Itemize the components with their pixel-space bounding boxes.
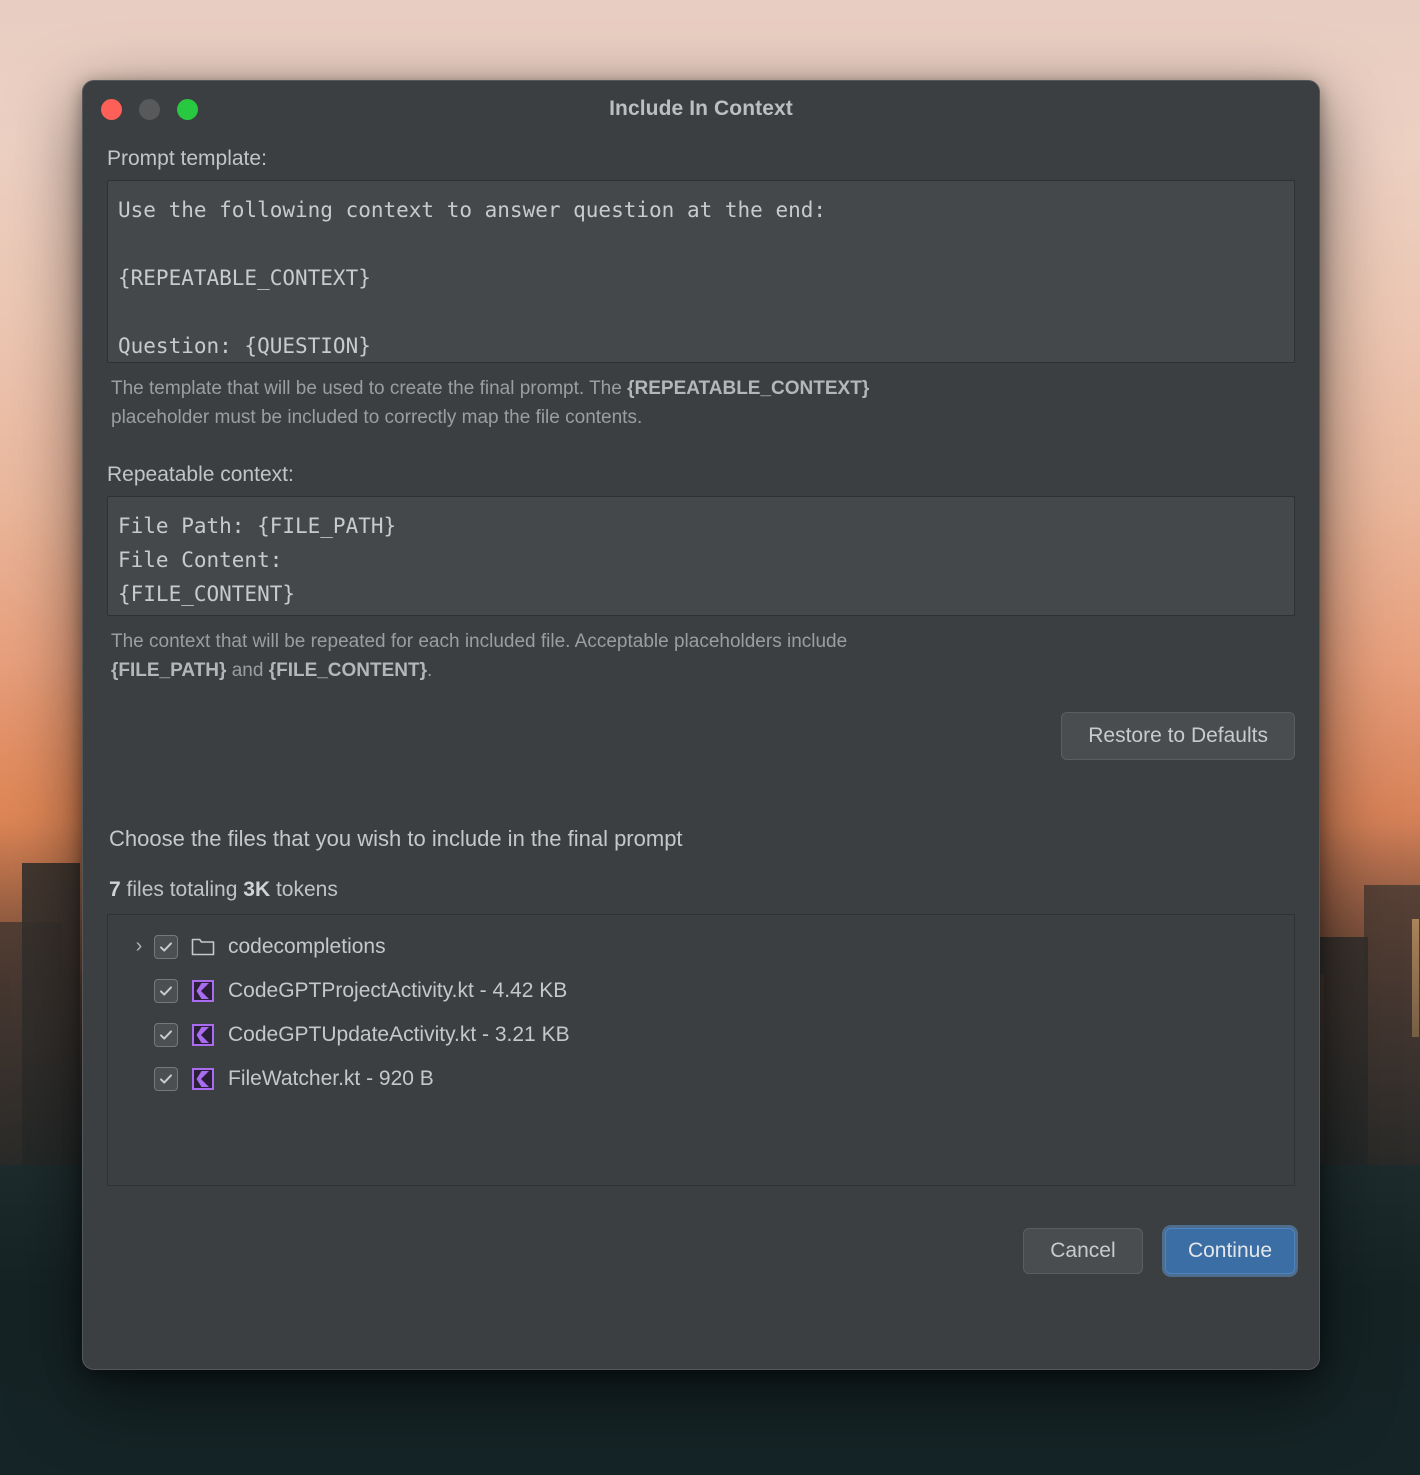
restore-defaults-button[interactable]: Restore to Defaults	[1061, 711, 1295, 760]
repeatable-context-help-placeholder-path: {FILE_PATH}	[111, 660, 227, 682]
prompt-template-help-suffix: placeholder must be included to correctl…	[111, 407, 643, 429]
file-tree-row-label: FileWatcher.kt - 920 B	[228, 1066, 434, 1090]
kotlin-file-icon	[190, 1067, 216, 1091]
window-title: Include In Context	[609, 97, 793, 120]
include-in-context-dialog: Include In Context Prompt template: Use …	[82, 80, 1320, 1370]
continue-button[interactable]: Continue	[1164, 1227, 1295, 1274]
summary-mid-text: files totaling	[120, 877, 244, 901]
file-tree-row[interactable]: CodeGPTUpdateActivity.kt - 3.21 KB	[108, 1013, 1294, 1057]
file-tree-row-label: CodeGPTUpdateActivity.kt - 3.21 KB	[228, 1022, 570, 1046]
repeatable-context-help-mid: and	[226, 660, 269, 682]
file-tree-row[interactable]: FileWatcher.kt - 920 B	[108, 1057, 1294, 1101]
file-tree-row-label: codecompletions	[228, 934, 386, 958]
file-count: 7	[109, 877, 121, 901]
chevron-right-icon[interactable]: ›	[124, 935, 154, 958]
folder-icon	[190, 935, 216, 959]
cancel-button[interactable]: Cancel	[1022, 1227, 1143, 1274]
window-titlebar: Include In Context	[83, 81, 1319, 137]
summary-suffix-text: tokens	[270, 877, 338, 901]
prompt-template-input[interactable]: Use the following context to answer ques…	[107, 180, 1295, 363]
close-button[interactable]	[101, 99, 122, 120]
kotlin-file-icon	[190, 1023, 216, 1047]
file-checkbox[interactable]	[154, 934, 178, 959]
repeatable-context-help: The context that will be repeated for ea…	[111, 627, 911, 686]
kotlin-file-icon	[190, 979, 216, 1003]
repeatable-context-help-placeholder-content: {FILE_CONTENT}	[268, 660, 428, 682]
desktop-wallpaper: Include In Context Prompt template: Use …	[0, 0, 1420, 1475]
prompt-template-help-placeholder: {REPEATABLE_CONTEXT}	[627, 378, 870, 399]
dialog-footer: Cancel Continue	[107, 1227, 1295, 1282]
restore-defaults-row: Restore to Defaults	[107, 711, 1295, 760]
file-checkbox[interactable]	[154, 978, 178, 1003]
file-tree-list[interactable]: › codecompletions CodeGPTProjectActivity…	[107, 913, 1295, 1186]
file-token-summary: 7 files totaling 3K tokens	[109, 878, 1295, 902]
token-count: 3K	[243, 877, 271, 901]
repeatable-context-help-prefix: The context that will be repeated for ea…	[111, 630, 848, 652]
repeatable-context-label: Repeatable context:	[107, 462, 294, 486]
repeatable-context-help-suffix: .	[427, 660, 433, 682]
prompt-template-help-prefix: The template that will be used to create…	[111, 378, 628, 399]
maximize-button[interactable]	[177, 99, 198, 120]
prompt-template-help: The template that will be used to create…	[111, 374, 911, 433]
file-checkbox[interactable]	[154, 1022, 178, 1047]
file-tree-row[interactable]: CodeGPTProjectActivity.kt - 4.42 KB	[108, 969, 1294, 1013]
file-checkbox[interactable]	[154, 1066, 178, 1091]
file-tree-row-label: CodeGPTProjectActivity.kt - 4.42 KB	[228, 978, 568, 1002]
window-controls[interactable]	[101, 99, 198, 120]
repeatable-context-input[interactable]: File Path: {FILE_PATH} File Content: {FI…	[107, 495, 1295, 616]
file-tree-row-folder[interactable]: › codecompletions	[108, 925, 1294, 969]
choose-files-heading: Choose the files that you wish to includ…	[109, 825, 683, 851]
prompt-template-label: Prompt template:	[107, 147, 267, 170]
dialog-content: Prompt template: Use the following conte…	[83, 147, 1319, 1282]
minimize-button[interactable]	[139, 99, 160, 120]
